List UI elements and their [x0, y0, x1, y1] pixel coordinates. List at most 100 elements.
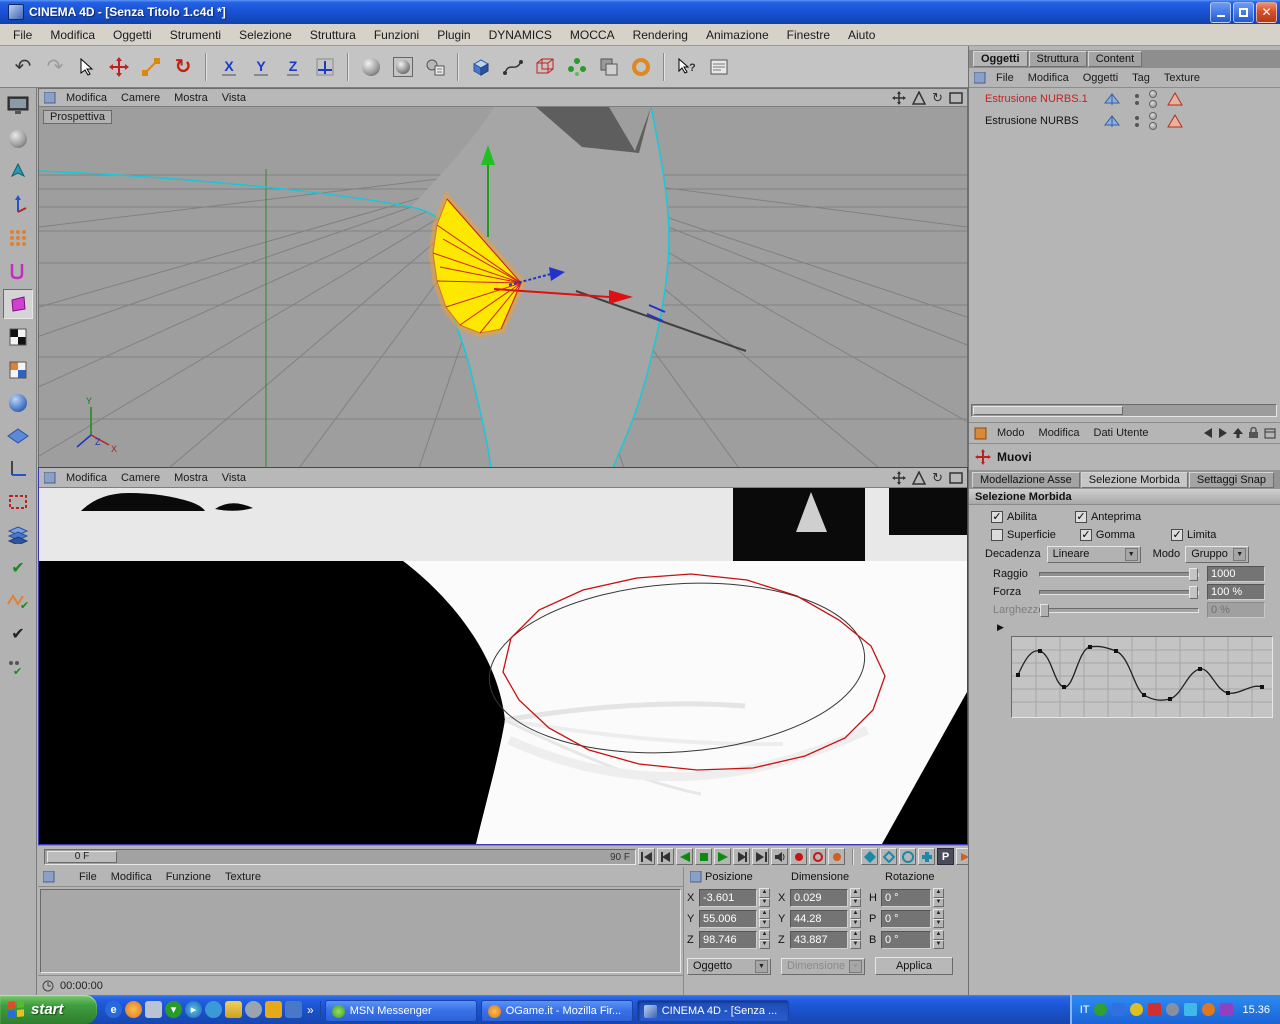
- workplane-icon[interactable]: [3, 421, 33, 451]
- dim-y-field[interactable]: 44.28: [790, 909, 848, 928]
- anteprima-checkbox[interactable]: ✓ Anteprima: [1074, 510, 1141, 523]
- gomma-checkbox[interactable]: ✓ Gomma: [1079, 528, 1135, 541]
- snap-check-icon[interactable]: ✔: [3, 586, 33, 616]
- materials-menu-modifica[interactable]: Modifica: [104, 871, 159, 883]
- texture-axis-mode-icon[interactable]: [3, 355, 33, 385]
- menu-modifica[interactable]: Modifica: [41, 27, 104, 43]
- materials-list-area[interactable]: [40, 889, 681, 973]
- lock-z-axis-button[interactable]: Z: [278, 51, 308, 83]
- dim-y-stepper[interactable]: ▲ ▼: [850, 909, 861, 928]
- am-menu-modifica[interactable]: Modifica: [1032, 427, 1087, 439]
- superficie-checkbox[interactable]: Superficie: [991, 528, 1056, 541]
- zoom-view-icon[interactable]: [912, 90, 927, 105]
- viewport1-menu-vista[interactable]: Vista: [215, 92, 253, 104]
- raggio-field[interactable]: 1000: [1207, 566, 1265, 582]
- render-active-icon[interactable]: [388, 51, 418, 83]
- object-tool-icon[interactable]: [3, 388, 33, 418]
- rotate-view-icon[interactable]: ↻: [932, 91, 943, 104]
- limita-checkbox[interactable]: ✓ Limita: [1171, 528, 1216, 541]
- panel-layout-icon[interactable]: [1264, 428, 1276, 439]
- tray-icon[interactable]: [1148, 1003, 1162, 1016]
- forza-slider[interactable]: [1039, 585, 1199, 599]
- phong-tag-icon[interactable]: [1167, 113, 1183, 129]
- record-parameter-button[interactable]: [828, 848, 845, 865]
- start-button[interactable]: start: [0, 995, 97, 1024]
- toggle-view-icon[interactable]: [949, 91, 963, 104]
- menu-oggetti[interactable]: Oggetti: [104, 27, 161, 43]
- menu-strumenti[interactable]: Strumenti: [161, 27, 230, 43]
- tray-icon[interactable]: [1130, 1003, 1144, 1016]
- prev-frame-button[interactable]: [657, 848, 674, 865]
- tray-icon[interactable]: [1166, 1003, 1180, 1016]
- rot-b-stepper[interactable]: ▲ ▼: [933, 930, 944, 949]
- nero-icon[interactable]: [245, 1001, 262, 1018]
- dim-x-field[interactable]: 0.029: [790, 888, 848, 907]
- object-name[interactable]: Estrusione NURBS: [985, 115, 1103, 127]
- rotate-tool-icon[interactable]: ↻: [168, 51, 198, 83]
- viewport2-menu-camere[interactable]: Camere: [114, 472, 167, 484]
- om-menu-modifica[interactable]: Modifica: [1021, 72, 1076, 84]
- undo-icon[interactable]: ↶: [8, 51, 38, 83]
- desktop-icon[interactable]: [145, 1001, 162, 1018]
- play-forward-button[interactable]: [714, 848, 731, 865]
- extrude-nurbs-icon[interactable]: [1103, 113, 1121, 129]
- maximize-button[interactable]: [1233, 1, 1254, 23]
- pos-x-stepper[interactable]: ▲ ▼: [759, 888, 770, 907]
- command-manager-icon[interactable]: [704, 51, 734, 83]
- raggio-slider-handle[interactable]: [1189, 567, 1198, 581]
- next-frame-button[interactable]: [733, 848, 750, 865]
- display-mode-icon[interactable]: [3, 91, 33, 121]
- viewport2-menu-modifica[interactable]: Modifica: [59, 472, 114, 484]
- task-msn-messenger[interactable]: MSN Messenger: [324, 1000, 477, 1022]
- om-menu-oggetti[interactable]: Oggetti: [1076, 72, 1125, 84]
- toggle-view-icon[interactable]: [949, 471, 963, 484]
- task-ogame-firefox[interactable]: OGame.it - Mozilla Fir...: [480, 1000, 633, 1022]
- polygons-mode-icon[interactable]: [3, 289, 33, 319]
- parent-up-icon[interactable]: [1233, 428, 1243, 438]
- add-nurbs-icon[interactable]: [530, 51, 560, 83]
- enable-dots[interactable]: [1135, 115, 1139, 127]
- autokey-button[interactable]: [899, 848, 916, 865]
- quicklaunch-overflow-chevron[interactable]: »: [305, 1003, 316, 1017]
- rotate-view-icon[interactable]: ↻: [932, 471, 943, 484]
- frame-slider-thumb[interactable]: 0 F: [47, 850, 117, 863]
- lock-icon[interactable]: [1248, 427, 1259, 439]
- add-cube-icon[interactable]: [466, 51, 496, 83]
- goto-end-button[interactable]: [752, 848, 769, 865]
- pos-z-field[interactable]: 98.746: [699, 930, 757, 949]
- edges-mode-icon[interactable]: [3, 256, 33, 286]
- viewport1-menu-mostra[interactable]: Mostra: [167, 92, 215, 104]
- pos-z-stepper[interactable]: ▲ ▼: [759, 930, 770, 949]
- folder-icon[interactable]: [225, 1001, 242, 1018]
- spline-pen-icon[interactable]: [498, 51, 528, 83]
- menu-finestre[interactable]: Finestre: [778, 27, 839, 43]
- am-menu-dati-utente[interactable]: Dati Utente: [1087, 427, 1156, 439]
- tab-selezione-morbida[interactable]: Selezione Morbida: [1080, 471, 1188, 488]
- menu-plugin[interactable]: Plugin: [428, 27, 479, 43]
- materials-menu-funzione[interactable]: Funzione: [159, 871, 218, 883]
- world-axis-icon[interactable]: [3, 454, 33, 484]
- tray-icon[interactable]: [1184, 1003, 1198, 1016]
- vlc-icon[interactable]: ▾: [165, 1001, 182, 1018]
- pos-y-stepper[interactable]: ▲ ▼: [759, 909, 770, 928]
- firefox-icon[interactable]: [125, 1001, 142, 1018]
- coords-mode-dropdown[interactable]: Oggetto ▼: [687, 957, 771, 975]
- scale-tool-icon[interactable]: [136, 51, 166, 83]
- redo-icon[interactable]: ↷: [40, 51, 70, 83]
- enable-check-icon[interactable]: ✔: [3, 553, 33, 583]
- viewport1-menu-modifica[interactable]: Modifica: [59, 92, 114, 104]
- apply-button[interactable]: Applica: [875, 957, 953, 975]
- enable-dots[interactable]: [1135, 93, 1139, 105]
- rot-p-stepper[interactable]: ▲ ▼: [933, 909, 944, 928]
- tray-icon[interactable]: [1094, 1003, 1108, 1016]
- modo-dropdown[interactable]: Gruppo ▼: [1185, 545, 1250, 563]
- pos-x-field[interactable]: -3.601: [699, 888, 757, 907]
- visibility-dots[interactable]: [1149, 112, 1157, 130]
- tray-icon[interactable]: [1112, 1003, 1126, 1016]
- scrollbar-thumb[interactable]: [973, 406, 1123, 415]
- model-mode-icon[interactable]: [3, 124, 33, 154]
- am-menu-modo[interactable]: Modo: [990, 427, 1032, 439]
- perspective-viewport-canvas[interactable]: Y Z X Prospettiva: [39, 107, 967, 468]
- object-row[interactable]: Estrusione NURBS: [969, 110, 1280, 132]
- stop-button[interactable]: [695, 848, 712, 865]
